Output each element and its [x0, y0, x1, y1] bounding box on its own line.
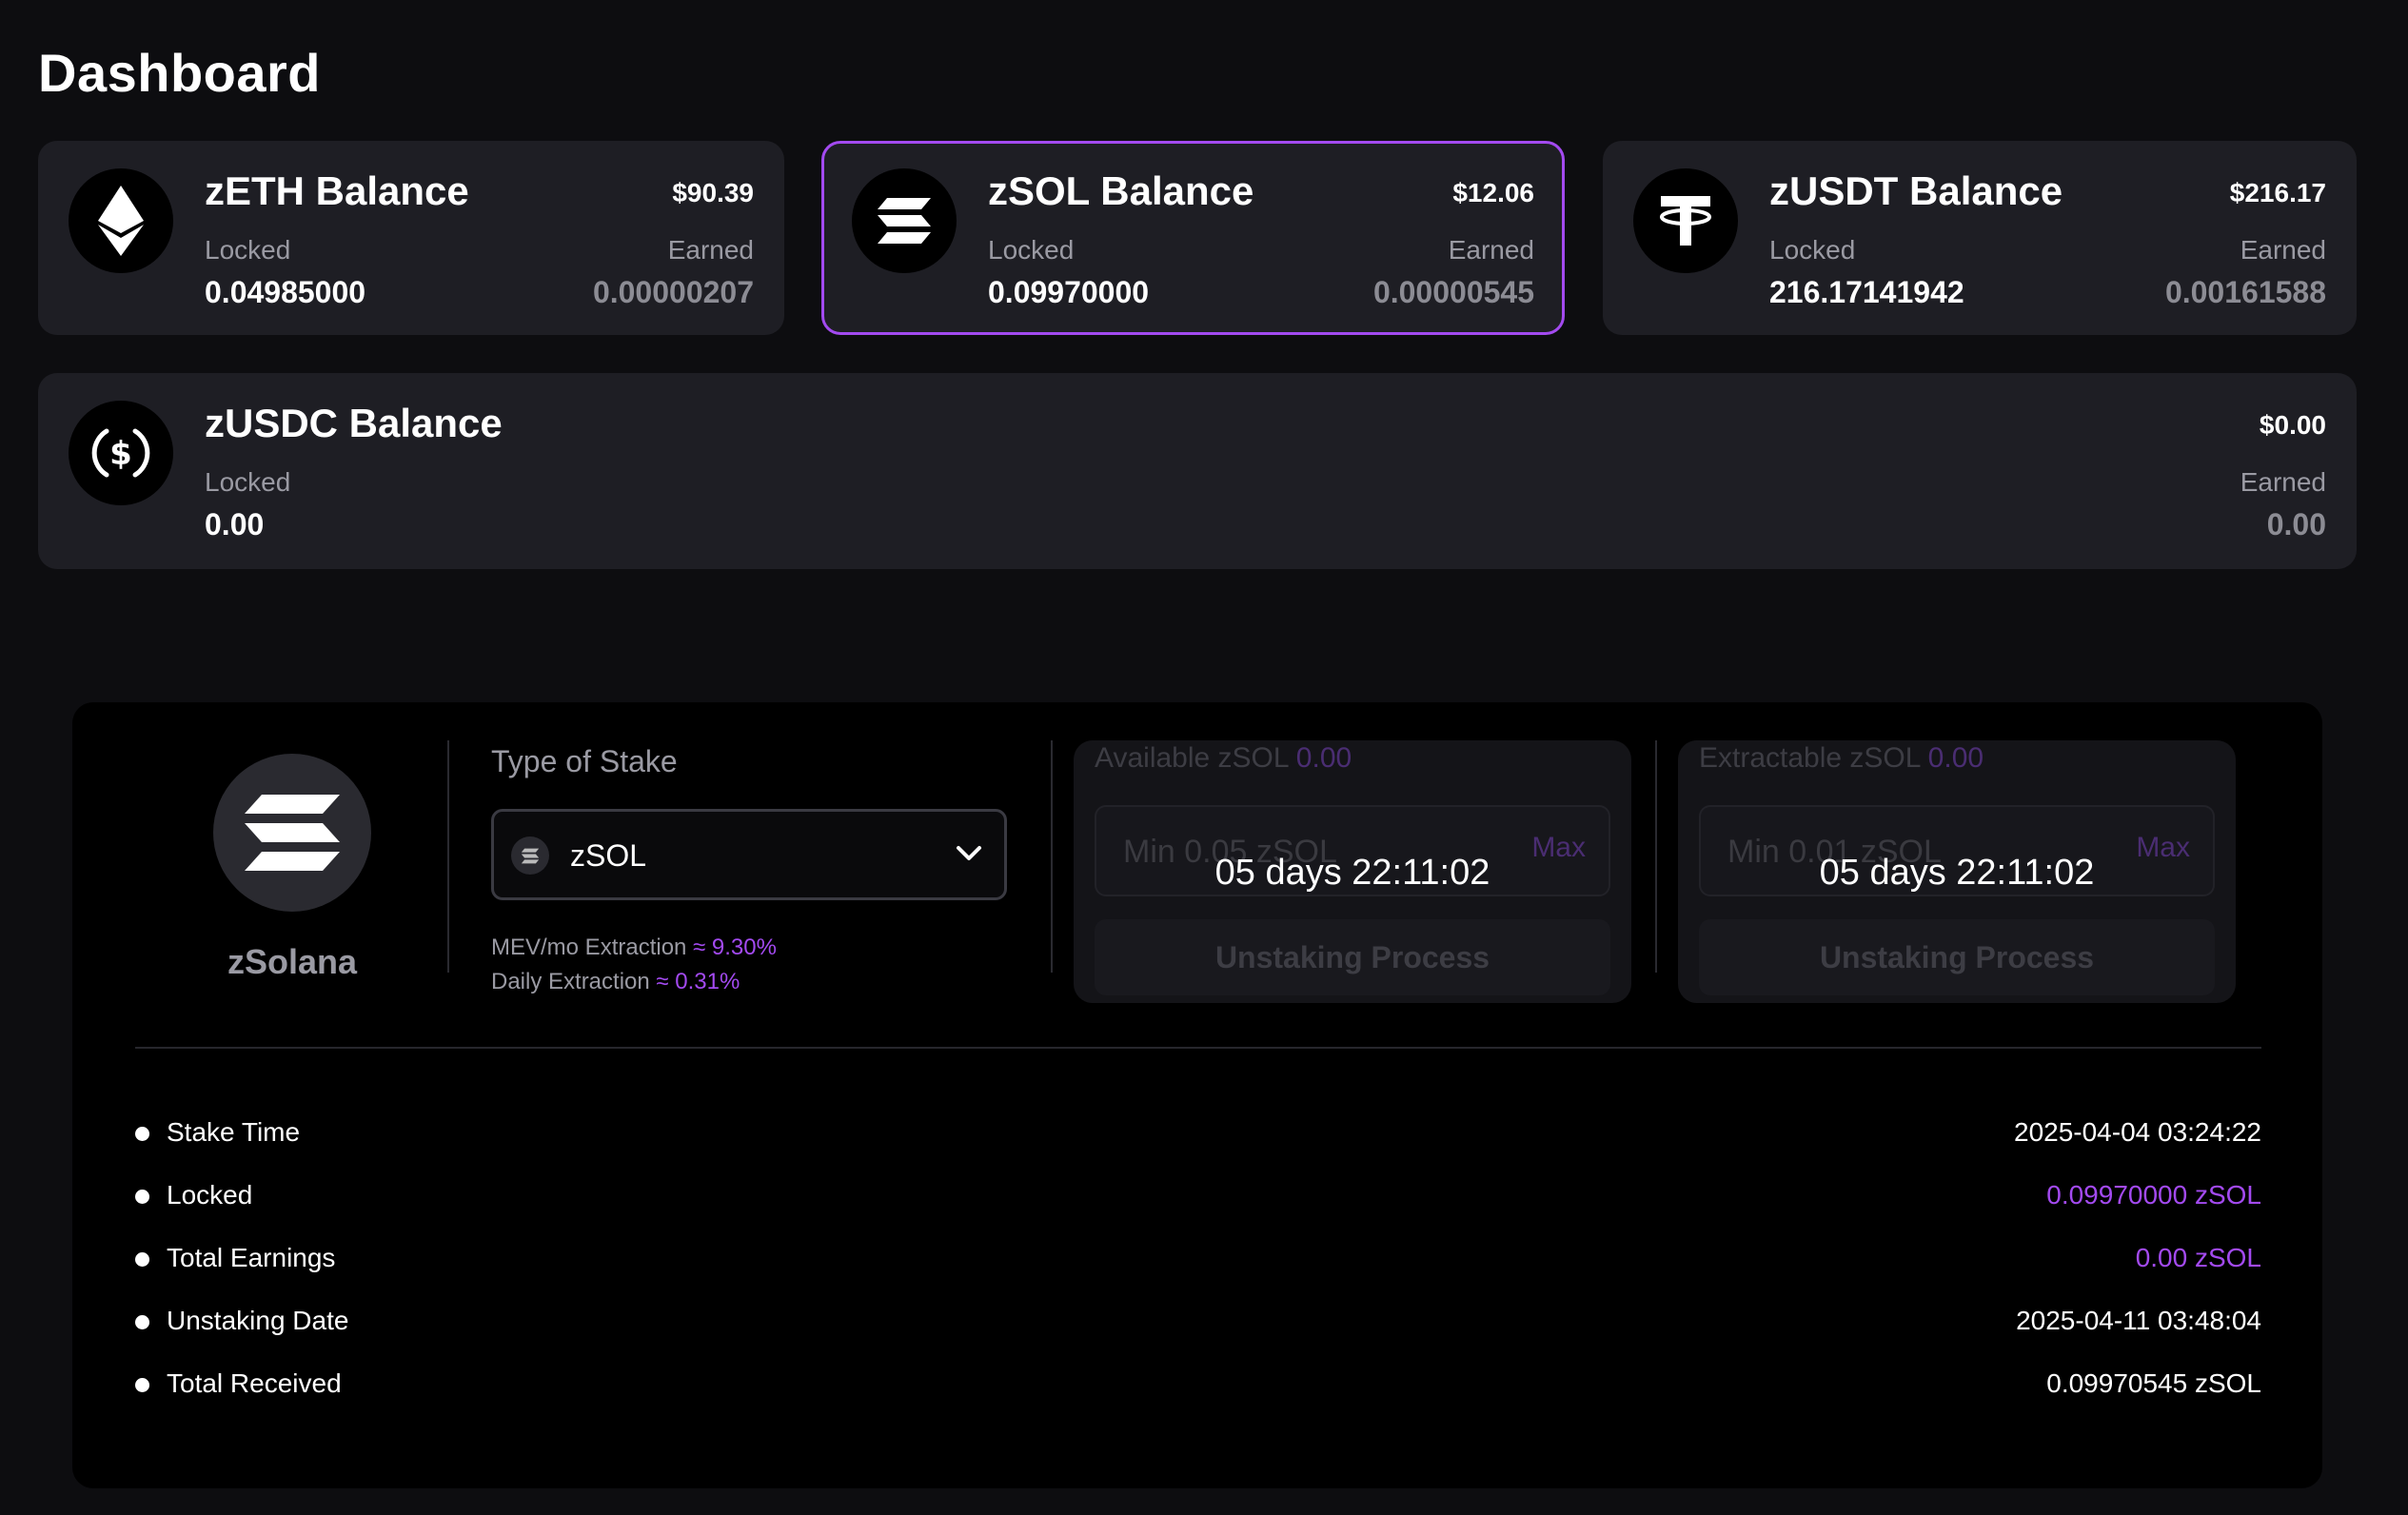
balance-usd: $0.00 [2259, 410, 2326, 440]
bullet [135, 1127, 149, 1141]
solana-icon [852, 168, 957, 273]
balance-title: zUSDC Balance [205, 401, 503, 445]
zeth-balance-card[interactable]: zETH Balance $90.39 Locked 0.04985000 Ea… [38, 141, 784, 335]
extractable-label: Extractable zSOL 0.00 [1699, 742, 1984, 774]
ethereum-icon [69, 168, 173, 273]
locked-value: 0.04985000 [205, 275, 366, 309]
detail-total-earnings: Total Earnings 0.00 zSOL [135, 1241, 2261, 1279]
detail-stake-time: Stake Time 2025-04-04 03:24:22 [135, 1115, 2261, 1153]
unstaking-process-button[interactable]: Unstaking Process [1699, 919, 2215, 995]
earned-value: 0.00000545 [1372, 275, 1534, 309]
locked-value: 0.09970000 [988, 275, 1150, 309]
available-unstake-box: Available zSOL 0.00 Min 0.05 zSOL Max 05… [1074, 740, 1631, 1003]
detail-locked: Locked 0.09970000 zSOL [135, 1178, 2261, 1216]
bullet [135, 1378, 149, 1392]
balance-usd: $12.06 [1452, 178, 1534, 207]
balance-title: zSOL Balance [988, 168, 1254, 213]
extractable-amount: 0.00 [1927, 742, 1984, 774]
earned-label: Earned [1448, 235, 1534, 265]
mev-extraction: MEV/mo Extraction ≈ 9.30% [491, 935, 777, 960]
stake-panel: zSolana Type of Stake zSOL MEV/mo Extrac… [72, 702, 2322, 1488]
type-of-stake-label: Type of Stake [491, 744, 678, 778]
zusdt-balance-card[interactable]: zUSDT Balance $216.17 Locked 216.1714194… [1603, 141, 2357, 335]
stake-type-select[interactable]: zSOL [491, 809, 1007, 900]
asset-name: zSolana [227, 942, 358, 981]
zusdc-balance-card[interactable]: $ zUSDC Balance $0.00 Locked 0.00 Earned… [38, 373, 2357, 569]
earned-label: Earned [2240, 467, 2326, 497]
earned-value: 0.00 [2266, 507, 2326, 541]
solana-icon [213, 754, 371, 912]
divider [447, 740, 449, 973]
countdown-timer: 05 days 22:11:02 [1214, 853, 1490, 893]
daily-extraction: Daily Extraction ≈ 0.31% [491, 969, 740, 994]
bullet [135, 1190, 149, 1204]
countdown-timer: 05 days 22:11:02 [1819, 853, 2095, 893]
earned-value: 0.00161588 [2164, 275, 2326, 309]
daily-value: ≈ 0.31% [656, 969, 740, 994]
divider [1655, 740, 1657, 973]
balance-usd: $216.17 [2229, 178, 2326, 207]
tether-icon [1633, 168, 1738, 273]
section-divider [135, 1047, 2261, 1049]
locked-label: Locked [205, 235, 291, 265]
svg-text:$: $ [109, 435, 132, 473]
locked-value: 216.17141942 [1769, 275, 1964, 309]
available-amount: 0.00 [1295, 742, 1352, 774]
earned-label: Earned [667, 235, 754, 265]
usdc-icon: $ [69, 401, 173, 505]
balance-title: zETH Balance [205, 168, 469, 213]
extractable-unstake-box: Extractable zSOL 0.00 Min 0.01 zSOL Max … [1678, 740, 2236, 1003]
zsol-balance-card[interactable]: zSOL Balance $12.06 Locked 0.09970000 Ea… [821, 141, 1565, 335]
bullet [135, 1315, 149, 1329]
detail-total-received: Total Received 0.09970545 zSOL [135, 1367, 2261, 1405]
locked-label: Locked [205, 467, 291, 497]
page-title: Dashboard [38, 43, 321, 103]
selected-option: zSOL [570, 838, 647, 873]
mev-value: ≈ 9.30% [693, 935, 777, 960]
detail-unstaking-date: Unstaking Date 2025-04-11 03:48:04 [135, 1304, 2261, 1342]
earned-value: 0.00000207 [592, 275, 754, 309]
earned-label: Earned [2240, 235, 2326, 265]
available-label: Available zSOL 0.00 [1095, 742, 1352, 774]
locked-value: 0.00 [205, 507, 265, 541]
locked-label: Locked [1769, 235, 1856, 265]
locked-label: Locked [988, 235, 1075, 265]
bullet [135, 1252, 149, 1267]
unstaking-process-button[interactable]: Unstaking Process [1095, 919, 1610, 995]
balance-usd: $90.39 [672, 178, 754, 207]
divider [1051, 740, 1053, 973]
chevron-down-icon [955, 844, 983, 868]
solana-icon [511, 836, 549, 875]
balance-title: zUSDT Balance [1769, 168, 2063, 213]
